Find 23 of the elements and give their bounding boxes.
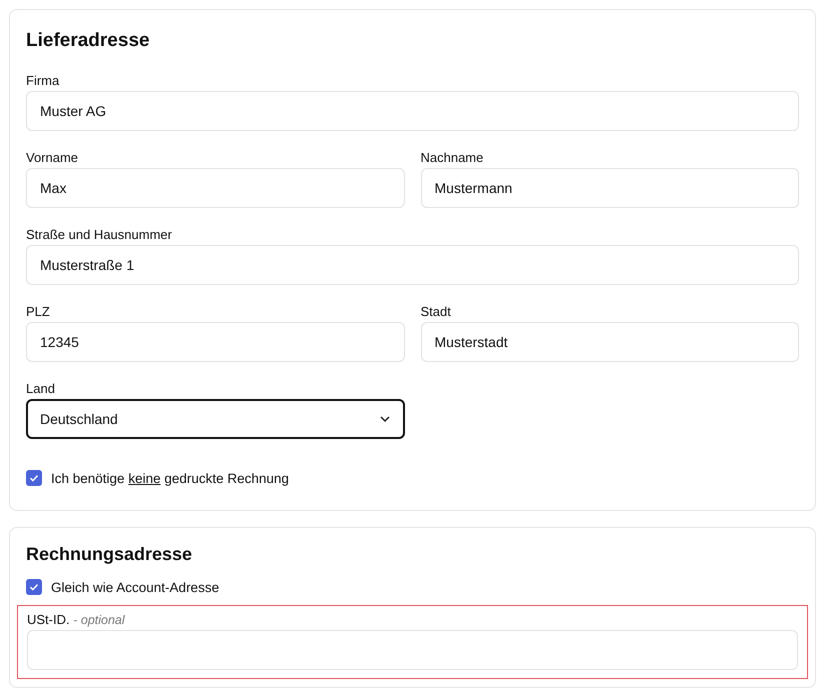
text-field[interactable]: Max: [26, 168, 404, 208]
chevron-down-icon: [379, 415, 391, 423]
text-field[interactable]: Mustermann: [420, 168, 799, 208]
field-label: Nachname: [420, 150, 484, 166]
field-label: Land: [26, 381, 55, 397]
field-label: Firma: [26, 73, 60, 89]
field-label: Vorname: [26, 150, 78, 166]
vat-id-field[interactable]: [27, 630, 798, 670]
text-field[interactable]: Musterstraße 1: [26, 245, 799, 285]
checkbox[interactable]: [26, 470, 42, 486]
text-field[interactable]: Muster AG: [26, 91, 799, 131]
field-label: Straße und Hausnummer: [26, 227, 172, 243]
section-title: Lieferadresse: [26, 30, 151, 52]
section-title: Rechnungsadresse: [26, 544, 194, 565]
text-field[interactable]: Musterstadt: [420, 322, 799, 362]
checkbox[interactable]: [26, 579, 42, 595]
field-label: PLZ: [26, 304, 50, 320]
checkbox-label: Ich benötige keine gedruckte Rechnung: [51, 470, 289, 486]
field-label: USt-ID. - optional: [27, 612, 125, 628]
checkbox-label: Gleich wie Account-Adresse: [51, 580, 220, 594]
field-label: Stadt: [420, 304, 451, 320]
text-field[interactable]: 12345: [26, 322, 404, 362]
country-select[interactable]: Deutschland: [26, 399, 405, 439]
